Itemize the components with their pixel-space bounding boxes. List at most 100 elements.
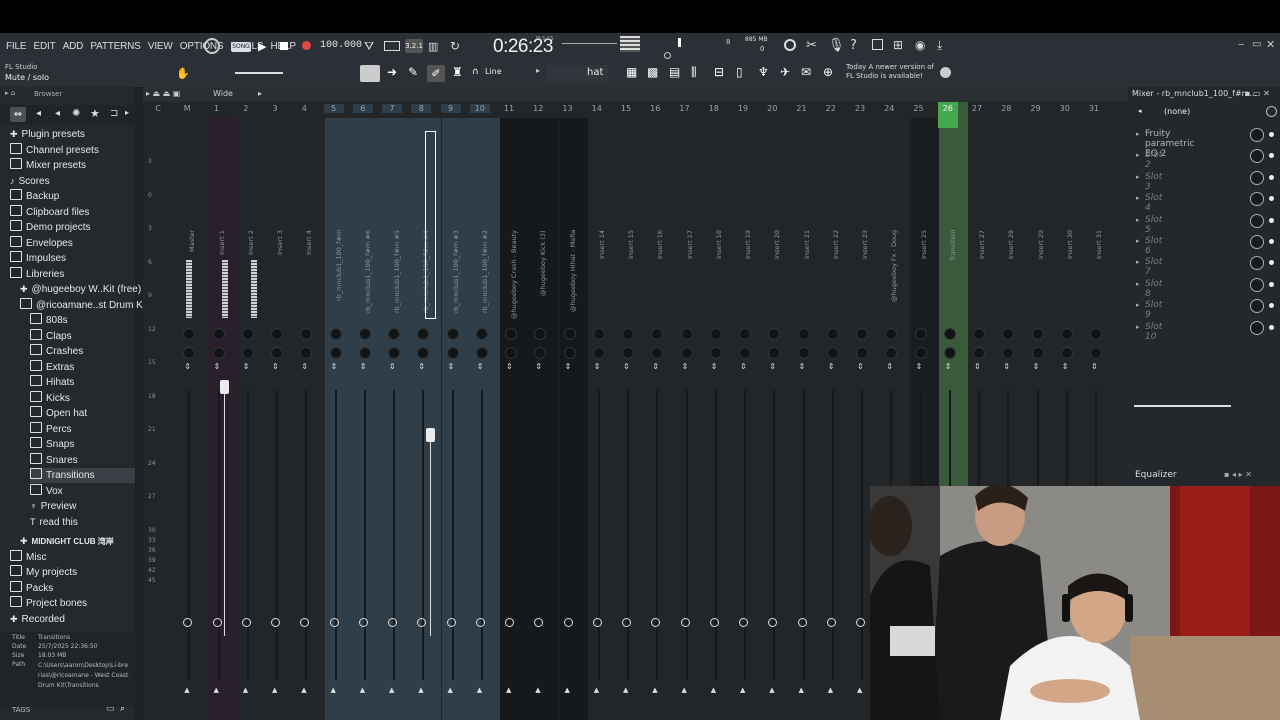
menu-view[interactable]: VIEW [148, 41, 173, 52]
star-icon[interactable]: ★ [90, 107, 100, 120]
piano-roll-icon[interactable]: ✎ [408, 65, 418, 79]
metronome-icon[interactable]: ⛛ [364, 39, 374, 54]
input-gauge-icon[interactable] [1266, 106, 1277, 117]
browser-item[interactable]: Hihats [30, 375, 74, 390]
browser-item[interactable]: ✚ MIDNIGHT CLUB 湾岸 [20, 534, 114, 549]
tempo-display[interactable]: 100.000 [320, 40, 362, 51]
countdown-icon[interactable]: 3.2.1 [405, 39, 423, 53]
mixer-icon[interactable]: ⫼ [691, 65, 697, 80]
loop-record-icon[interactable]: ↻ [450, 39, 460, 53]
stamp-icon[interactable]: ♜ [452, 65, 463, 79]
chat-icon[interactable]: ◉ [915, 38, 925, 52]
pattern-arrow-icon[interactable]: ▸ [536, 66, 540, 75]
browser-item[interactable]: ✚ Plugin presets [10, 127, 85, 142]
browser-toggle-icon[interactable]: ⇔ [10, 107, 26, 122]
menu-add[interactable]: ADD [63, 41, 84, 52]
cpu-icon[interactable] [784, 39, 796, 51]
main-pitch-slider[interactable] [235, 72, 283, 74]
browser-item[interactable]: ✚ Recorded [10, 612, 65, 627]
browser-item[interactable]: Extras [30, 359, 74, 375]
browser-item[interactable]: 808s [30, 313, 68, 328]
browser-item[interactable]: Claps [30, 328, 72, 344]
back-icon[interactable]: ◂ [55, 108, 60, 119]
draw-tool-icon[interactable]: ✐ [427, 65, 445, 82]
pitch-slider[interactable]: 8 [660, 38, 730, 59]
browser-item[interactable]: @ricoamane..st Drum Kit [20, 297, 148, 313]
playlist-icon[interactable] [360, 65, 380, 82]
snap-selector[interactable]: Line [485, 67, 502, 76]
browser-item[interactable]: Clipboard files [10, 204, 89, 220]
channel-rack-icon[interactable]: ▤ [669, 65, 680, 79]
search-settings-icon[interactable]: ✺ [72, 108, 80, 119]
help-icon[interactable]: ? [850, 38, 857, 53]
menu-file[interactable]: FILE [6, 41, 27, 52]
browser-menu-icon[interactable]: ▸ ⌂ [5, 89, 15, 97]
save-icon[interactable] [872, 39, 883, 50]
render-icon[interactable]: ⊞ [893, 38, 903, 52]
browser-item[interactable]: Envelopes [10, 235, 73, 251]
record-icon[interactable] [302, 41, 311, 50]
browser-item[interactable]: Project bones [10, 596, 87, 611]
minimize-icon[interactable]: ‒ [1238, 39, 1244, 50]
browser-item[interactable]: Impulses [10, 251, 66, 266]
browser-item[interactable]: Demo projects [10, 220, 90, 235]
menu-edit[interactable]: EDIT [34, 41, 56, 52]
tags-icon[interactable]: ▭ [106, 704, 115, 714]
play-icon[interactable]: ▶ [258, 40, 266, 53]
song-mode-badge[interactable]: SONG [231, 42, 251, 52]
download-icon[interactable]: ⤓ [937, 38, 942, 53]
playlist-view-icon[interactable]: ▦ [626, 65, 637, 79]
browser-item[interactable]: Snares [30, 452, 78, 468]
plugin-icon[interactable]: ♆ [758, 65, 769, 79]
fx-stereo-slider[interactable] [1134, 405, 1231, 407]
browser-item[interactable]: ♪ Scores [10, 174, 50, 189]
arrow-right-icon[interactable]: ➜ [387, 65, 397, 79]
input-arrow-icon[interactable]: ◂ [1138, 107, 1142, 115]
plugin-manager-icon[interactable]: ✂ [806, 38, 817, 53]
blend-notes-icon[interactable]: ▥ [428, 40, 438, 53]
piano-view-icon[interactable]: ▩ [647, 65, 658, 79]
stop-icon[interactable] [280, 42, 288, 50]
browser-item[interactable]: Transitions [30, 468, 135, 483]
tag-icon[interactable]: ⊐ [110, 108, 118, 119]
browser-item[interactable]: Percs [30, 421, 72, 437]
news-panel[interactable]: Today A newer version of FL Studio is av… [846, 63, 934, 81]
browser-item[interactable]: Open hat [30, 406, 87, 421]
magnet-icon[interactable]: ∩ [472, 67, 479, 77]
mixer-menu-icon[interactable]: ▸ ⏏ ⏏ ▣ [146, 89, 180, 98]
microphone-icon[interactable]: 🎙 [828, 38, 845, 53]
browser-item[interactable]: Libreries [10, 266, 64, 282]
browser-item[interactable]: Snaps [30, 437, 74, 452]
pattern-selector[interactable]: hat [546, 65, 608, 81]
maximize-icon[interactable]: ▭ [1252, 39, 1261, 50]
browser-icon[interactable]: ✈ [780, 65, 790, 79]
browser-item[interactable]: Channel presets [10, 142, 99, 158]
browser-item[interactable]: My projects [10, 565, 77, 580]
collapse-icon[interactable]: ◂ [36, 108, 41, 119]
menu-patterns[interactable]: PATTERNS [90, 41, 140, 52]
pattern-song-toggle[interactable] [204, 38, 220, 54]
input-selector[interactable]: (none) [1164, 107, 1190, 116]
tool-icon-9[interactable]: ✉ [801, 65, 811, 79]
browser-item[interactable]: ✚ @hugeeboy W..Kit (free) [20, 282, 141, 297]
browser-item[interactable]: Tread this [30, 515, 78, 530]
browser-item[interactable]: Crashes [30, 344, 83, 359]
view-icon-6[interactable]: ▯ [736, 65, 743, 79]
browser-item[interactable]: ♆ Preview [30, 499, 76, 514]
news-icon[interactable] [940, 67, 951, 78]
browser-item[interactable]: Backup [10, 189, 59, 204]
eq-controls[interactable]: ▪ ◂ ▸ ✕ [1224, 470, 1252, 479]
more-icon[interactable]: ▸ [125, 108, 129, 117]
mixer-view-mode[interactable]: Wide [213, 89, 233, 98]
browser-item[interactable]: Vox [30, 483, 63, 499]
view-icon-5[interactable]: ⊟ [714, 65, 724, 79]
browser-item[interactable]: Mixer presets [10, 158, 86, 173]
mixer-view-arrow-icon[interactable]: ▸ [258, 89, 262, 98]
browser-item[interactable]: Misc [10, 549, 47, 565]
browser-item[interactable]: Packs [10, 580, 53, 596]
browser-item[interactable]: Kicks [30, 390, 70, 406]
close-icon[interactable]: ✕ [1266, 38, 1275, 51]
tool-icon-10[interactable]: ⊕ [823, 65, 833, 79]
fx-window-controls[interactable]: ▪ ▭ ✕ [1245, 89, 1270, 98]
search-icon[interactable]: ⌕ [120, 704, 125, 714]
